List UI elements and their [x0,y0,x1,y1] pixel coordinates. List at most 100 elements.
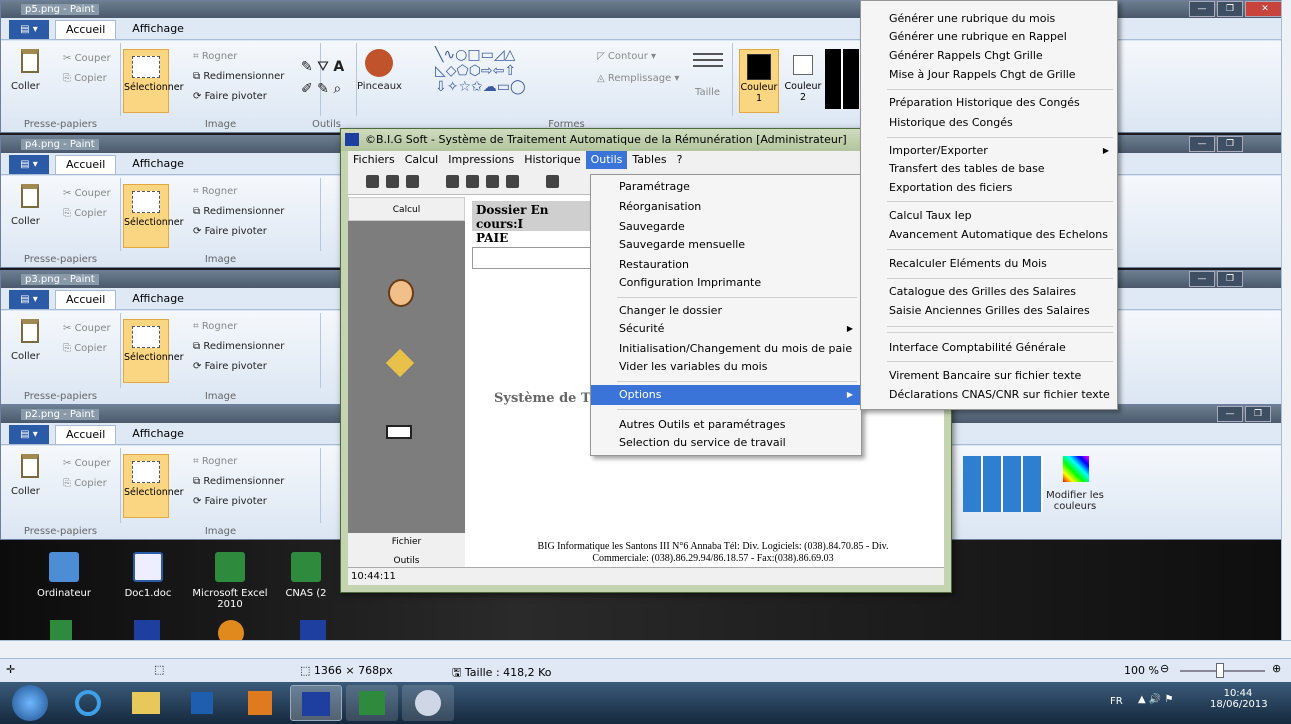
copy-button[interactable]: ⎘ Copier [63,73,107,84]
submenu-item[interactable]: Déclarations CNAS/CNR sur fichier texte [861,385,1117,405]
menu-item-sauvegarde[interactable]: Sauvegarde [591,217,861,237]
desktop-icon-excel[interactable]: Microsoft Excel 2010 [190,552,270,610]
copy-button[interactable]: ⎘ Copier [63,343,107,354]
menu-item-sauvegarde-mensuelle[interactable]: Sauvegarde mensuelle [591,235,861,255]
paint-vscrollbar[interactable] [1281,0,1291,640]
menu-item-changer-dossier[interactable]: Changer le dossier [591,301,861,321]
menu-outils[interactable]: Outils [585,151,628,169]
desktop-icon-cnas[interactable]: CNAS (2 [276,552,336,599]
tab-accueil[interactable]: Accueil [55,20,117,39]
submenu-item[interactable]: Calcul Taux Iep [861,206,1117,226]
menu-fichiers[interactable]: Fichiers [348,151,400,169]
edit-colors-button[interactable]: Modifier les couleurs [1045,490,1105,512]
calculator-icon[interactable] [385,348,415,378]
taskbar-app-icon[interactable] [234,685,286,721]
submenu-item[interactable]: Mise à Jour Rappels Chgt de Grille [861,65,1117,85]
toolbar-icon[interactable] [366,175,379,188]
user-face-icon[interactable] [388,279,414,307]
paste-button[interactable]: Coller [11,351,40,362]
crop-button[interactable]: ⌗ Rogner [193,456,237,467]
menu-item-securite[interactable]: Sécurité ▶ [591,319,861,339]
menu-item-restauration[interactable]: Restauration [591,255,861,275]
paint-hscrollbar[interactable] [0,640,1291,658]
submenu-item[interactable]: Générer une rubrique du mois [861,9,1117,29]
minimize-button[interactable]: — [1217,406,1243,422]
desktop-icon-doc1[interactable]: Doc1.doc [108,552,188,599]
submenu-item[interactable]: Transfert des tables de base [861,159,1117,179]
menu-calcul[interactable]: Calcul [400,151,444,169]
copy-button[interactable]: ⎘ Copier [63,208,107,219]
crop-button[interactable]: ⌗ Rogner [193,321,237,332]
submenu-item[interactable]: Virement Bancaire sur fichier texte [861,366,1117,386]
rotate-button[interactable]: ⟳ Faire pivoter [193,496,267,507]
menu-impressions[interactable]: Impressions [443,151,519,169]
submenu-item[interactable]: Interface Comptabilité Générale [861,338,1117,358]
printer-icon[interactable] [546,175,559,188]
submenu-item[interactable]: Catalogue des Grilles des Salaires [861,282,1117,302]
file-menu-button[interactable]: ▤ ▾ [9,425,49,444]
rotate-button[interactable]: ⟳ Faire pivoter [193,361,267,372]
rotate-button[interactable]: ⟳ Faire pivoter [193,91,267,102]
close-button[interactable]: ✕ [1245,1,1285,17]
tray-icons[interactable]: ▲ 🔊 ⚑ [1138,694,1173,705]
tab-accueil[interactable]: Accueil [55,290,117,309]
rotate-button[interactable]: ⟳ Faire pivoter [193,226,267,237]
cut-button[interactable]: ✂ Couper [63,53,111,64]
resize-button[interactable]: ⧉ Redimensionner [193,341,284,352]
menu-historique[interactable]: Historique [519,151,585,169]
menu-tables[interactable]: Tables [627,151,671,169]
fill-button[interactable]: ◬ Remplissage ▾ [597,73,679,84]
tools-icons-row2[interactable]: ✐ ✎ ⌕ [301,81,341,97]
taskbar-big-icon[interactable] [290,685,342,721]
copy-button[interactable]: ⎘ Copier [63,478,107,489]
cut-button[interactable]: ✂ Couper [63,458,111,469]
minimize-button[interactable]: — [1189,136,1215,152]
fichier-panel-button[interactable]: Fichier [348,533,465,552]
paste-button[interactable]: Coller [11,81,40,92]
outils-dropdown-menu[interactable]: Paramétrage Réorganisation Sauvegarde Sa… [590,174,862,456]
submenu-item[interactable]: Générer Rappels Chgt Grille [861,46,1117,66]
toolbar-icon[interactable] [386,175,399,188]
paste-button[interactable]: Coller [11,486,40,497]
zoom-out-button[interactable]: ⊖ [1160,662,1169,675]
menu-item-parametrage[interactable]: Paramétrage [591,177,861,197]
menu-help[interactable]: ? [672,151,688,169]
taskbar-excel-icon[interactable] [346,685,398,721]
paste-button[interactable]: Coller [11,216,40,227]
brushes-button[interactable]: Pinceaux [357,81,402,92]
options-submenu[interactable]: Générer une rubrique du mois Générer une… [860,0,1118,410]
minimize-button[interactable]: — [1189,271,1215,287]
menu-item-autres-outils[interactable]: Autres Outils et paramétrages [591,415,861,435]
resize-button[interactable]: ⧉ Redimensionner [193,476,284,487]
tools-icons[interactable]: ✎ ⛛ A [301,59,344,75]
submenu-item[interactable]: Saisie Anciennes Grilles des Salaires [861,301,1117,321]
crop-button[interactable]: ⌗ Rogner [193,186,237,197]
menu-item-options[interactable]: Options ▶ [591,385,861,405]
maximize-button[interactable]: ❐ [1245,406,1271,422]
toolbar-icon[interactable] [466,175,479,188]
color2-button[interactable]: Couleur 2 [783,49,823,113]
cut-button[interactable]: ✂ Couper [63,323,111,334]
menu-item-reorganisation[interactable]: Réorganisation [591,197,861,217]
menu-item-selection-service[interactable]: Selection du service de travail [591,433,861,453]
toolbar-icon[interactable] [486,175,499,188]
tab-affichage[interactable]: Affichage [122,20,194,39]
calcul-panel-header[interactable]: Calcul [348,197,465,221]
submenu-item[interactable]: Avancement Automatique des Echelons [861,225,1117,245]
resize-button[interactable]: ⧉ Redimensionner [193,206,284,217]
shapes-gallery[interactable]: ╲∿○□▭◿△ ◺◇⬠⬡⇨⇦⇧ ⇩✧☆✩☁▭◯ [435,47,526,95]
app-menubar[interactable]: Fichiers Calcul Impressions Historique O… [348,151,944,169]
tab-accueil[interactable]: Accueil [55,425,117,444]
zoom-slider-handle[interactable] [1216,663,1224,678]
menu-item-vider-variables[interactable]: Vider les variables du mois [591,357,861,377]
resize-button[interactable]: ⧉ Redimensionner [193,71,284,82]
cut-button[interactable]: ✂ Couper [63,188,111,199]
tab-affichage[interactable]: Affichage [122,290,194,309]
submenu-item[interactable]: Historique des Congés [861,113,1117,133]
tab-affichage[interactable]: Affichage [122,155,194,174]
tab-accueil[interactable]: Accueil [55,155,117,174]
file-menu-button[interactable]: ▤ ▾ [9,290,49,309]
pointing-hand-icon[interactable] [386,425,412,439]
minimize-button[interactable]: — [1189,1,1215,17]
desktop-icon-computer[interactable]: Ordinateur [24,552,104,599]
